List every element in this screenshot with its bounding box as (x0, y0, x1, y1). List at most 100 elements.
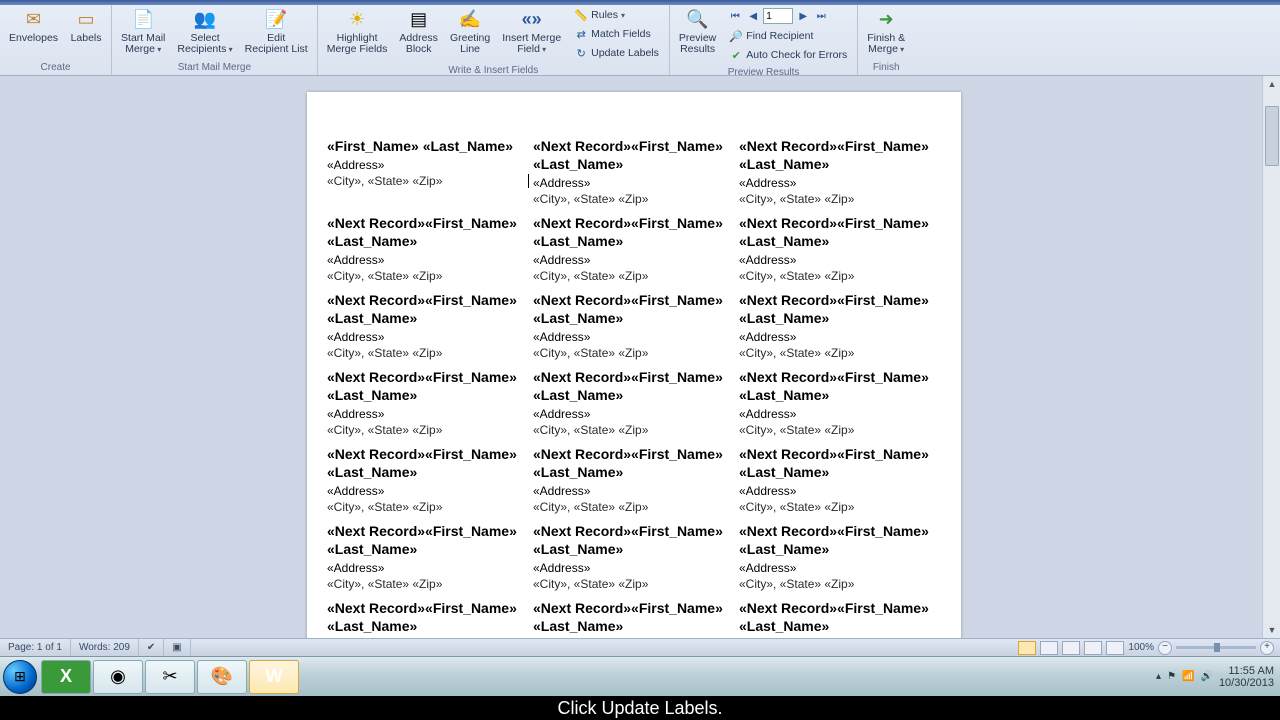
labels-button[interactable]: Labels (65, 4, 107, 47)
finish-merge-button[interactable]: Finish &Merge (862, 4, 910, 58)
record-input[interactable] (763, 8, 793, 24)
zoom-level[interactable]: 100% (1128, 642, 1154, 653)
taskbar-chrome[interactable]: ◉ (93, 660, 143, 694)
outline-view[interactable] (1084, 641, 1102, 655)
label-city-state-zip-line: «City», «State» «Zip» (533, 423, 735, 437)
label-address-line: «Address» (327, 158, 529, 172)
highlight-merge-fields-button[interactable]: HighlightMerge Fields (322, 4, 393, 58)
rules-label: Rules (591, 9, 618, 21)
scroll-up-button[interactable]: ▲ (1263, 76, 1280, 92)
taskbar-paint[interactable]: 🎨 (197, 660, 247, 694)
label-city-state-zip-line: «City», «State» «Zip» (739, 423, 941, 437)
proofing-button[interactable]: ✔ (139, 639, 164, 656)
label-name-line: «Next Record»«First_Name» «Last_Name» (327, 291, 529, 327)
label-address-line: «Address» (327, 253, 529, 267)
label-address-line: «Address» (739, 176, 941, 190)
macro-button[interactable]: ▣ (164, 639, 190, 656)
prev-record-button[interactable] (745, 8, 761, 24)
web-layout-view[interactable] (1062, 641, 1080, 655)
zoom-in-button[interactable]: + (1260, 641, 1274, 655)
greeting-line-button[interactable]: GreetingLine (445, 4, 495, 58)
label-city-state-zip-line: «City», «State» «Zip» (533, 269, 735, 283)
find-label: Find Recipient (746, 30, 813, 42)
auto-check-errors-button[interactable]: Auto Check for Errors (725, 46, 851, 64)
auto-label: Auto Check for Errors (746, 49, 847, 61)
tray-show-hidden-icon[interactable]: ▴ (1156, 671, 1161, 682)
document-area[interactable]: «First_Name» «Last_Name» «Address» «City»,… (0, 76, 1262, 638)
taskbar-excel[interactable]: X (41, 660, 91, 694)
label-name-line: «Next Record»«First_Name» «Last_Name» (327, 368, 529, 404)
draft-view[interactable] (1106, 641, 1124, 655)
page-indicator[interactable]: Page: 1 of 1 (0, 639, 71, 656)
label-name-line: «Next Record»«First_Name» «Last_Name» (533, 137, 735, 173)
envelope-icon (18, 7, 50, 31)
status-bar: Page: 1 of 1 Words: 209 ✔ ▣ 100% − + (0, 638, 1280, 656)
vertical-scrollbar[interactable]: ▲ ▼ (1262, 76, 1280, 638)
label-cell: «Next Record»«First_Name» «Last_Name»«Ad… (737, 445, 943, 522)
taskbar-snipping[interactable]: ✂ (145, 660, 195, 694)
select-recipients-button[interactable]: SelectRecipients (172, 4, 237, 58)
label-address-line: «Address» (739, 253, 941, 267)
group-start-mail-merge: Start MailMerge SelectRecipients EditRec… (112, 0, 318, 75)
find-icon (729, 29, 743, 43)
label-cell: «Next Record»«First_Name» «Last_Name»«Ad… (325, 599, 531, 638)
first-record-button[interactable] (727, 8, 743, 24)
start-mail-merge-button[interactable]: Start MailMerge (116, 4, 170, 58)
zoom-out-button[interactable]: − (1158, 641, 1172, 655)
find-recipient-button[interactable]: Find Recipient (725, 27, 851, 45)
addr-block-label: AddressBlock (399, 33, 438, 55)
labels-grid: «First_Name» «Last_Name» «Address» «City»,… (325, 137, 943, 638)
tray-volume-icon[interactable]: 🔊 (1200, 671, 1212, 682)
next-record-button[interactable] (795, 8, 811, 24)
label-address-line: «Address» (533, 253, 735, 267)
insert-merge-field-button[interactable]: Insert MergeField (497, 4, 566, 58)
highlight-label: HighlightMerge Fields (327, 33, 388, 55)
label-name-line: «First_Name» «Last_Name» (327, 137, 529, 155)
last-record-button[interactable] (813, 8, 829, 24)
label-name-line: «Next Record»«First_Name» «Last_Name» (739, 599, 941, 635)
preview-label: PreviewResults (679, 33, 716, 55)
match-fields-button[interactable]: Match Fields (570, 25, 663, 43)
insert-mf-icon (516, 7, 548, 31)
print-layout-view[interactable] (1018, 641, 1036, 655)
finish-label: Finish &Merge (867, 33, 905, 55)
scroll-down-button[interactable]: ▼ (1263, 622, 1280, 638)
group-preview: PreviewResults Find Recipient Auto Check… (670, 0, 858, 75)
label-cell: «Next Record»«First_Name» «Last_Name»«Ad… (737, 137, 943, 214)
rules-button[interactable]: Rules (570, 6, 663, 24)
label-address-line: «Address» (533, 176, 735, 190)
label-city-state-zip-line: «City», «State» «Zip» (533, 577, 735, 591)
word-count[interactable]: Words: 209 (71, 639, 139, 656)
label-name-line: «Next Record»«First_Name» «Last_Name» (533, 214, 735, 250)
envelopes-button[interactable]: Envelopes (4, 4, 63, 47)
label-name-line: «Next Record»«First_Name» «Last_Name» (739, 368, 941, 404)
address-block-button[interactable]: AddressBlock (394, 4, 443, 58)
edit-rec-icon (260, 7, 292, 31)
scroll-thumb[interactable] (1265, 106, 1279, 166)
zoom-slider[interactable] (1176, 646, 1256, 649)
label-city-state-zip-line: «City», «State» «Zip» (739, 500, 941, 514)
insert-mf-label: Insert MergeField (502, 33, 561, 55)
taskbar-word[interactable]: W (249, 660, 299, 694)
start-button[interactable]: ⊞ (0, 657, 40, 697)
system-tray[interactable]: ▴ ⚑ 📶 🔊 11:55 AM 10/30/2013 (1156, 665, 1280, 689)
fullscreen-view[interactable] (1040, 641, 1058, 655)
label-cell: «Next Record»«First_Name» «Last_Name»«Ad… (737, 291, 943, 368)
envelopes-label: Envelopes (9, 33, 58, 44)
tray-network-icon[interactable]: 📶 (1182, 671, 1194, 682)
edit-rec-label: EditRecipient List (245, 33, 308, 55)
update-labels-button[interactable]: Update Labels (570, 44, 663, 62)
preview-results-button[interactable]: PreviewResults (674, 4, 721, 58)
label-address-line: «Address» (327, 407, 529, 421)
label-city-state-zip-line: «City», «State» «Zip» (327, 423, 529, 437)
update-icon (574, 46, 588, 60)
label-cell: «Next Record»«First_Name» «Last_Name»«Ad… (531, 522, 737, 599)
tray-flag-icon[interactable]: ⚑ (1167, 671, 1176, 682)
label-name-line: «Next Record»«First_Name» «Last_Name» (739, 291, 941, 327)
label-address-line: «Address» (739, 484, 941, 498)
edit-recipient-list-button[interactable]: EditRecipient List (240, 4, 313, 58)
label-address-line: «Address» (533, 561, 735, 575)
start-mm-icon (127, 7, 159, 31)
label-cell: «First_Name» «Last_Name»«Address»«City»,… (325, 137, 531, 214)
tray-clock[interactable]: 11:55 AM 10/30/2013 (1219, 665, 1274, 689)
